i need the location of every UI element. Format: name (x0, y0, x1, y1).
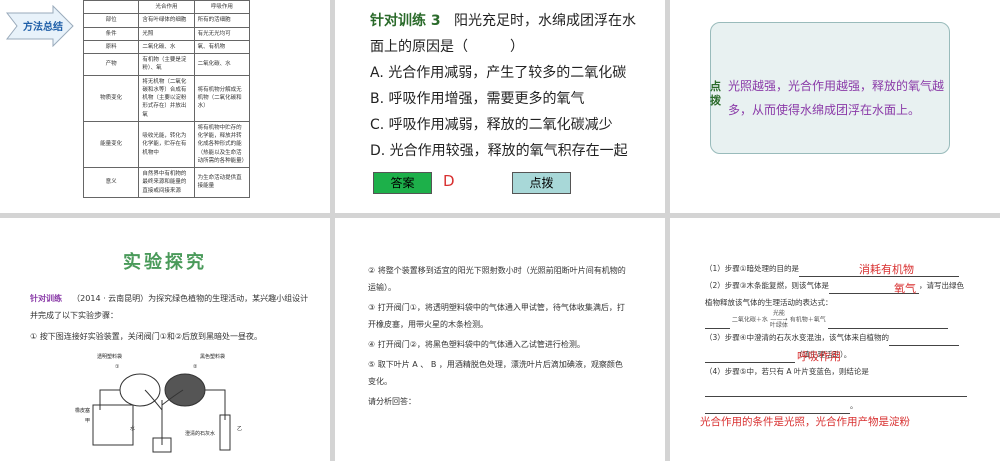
table-row: 条件 光照 有光无光均可 (82, 26, 251, 41)
column-header (82, 0, 140, 15)
answer-value: D (443, 172, 455, 190)
table-cell: 含有叶绿体的细胞 (138, 13, 195, 28)
svg-text:①: ① (115, 364, 120, 370)
slide-exercise-3[interactable]: 针对训练 3 阳光充足时，水绵成团浮在水面上的原因是（ ） A. 光合作用减弱，… (335, 0, 665, 213)
answer-1: 消耗有机物 (859, 263, 914, 276)
table-cell: 将有机物分解成无机物（二氧化碳和水） (193, 74, 251, 122)
step-1: ① 按下图连接好实验装置，关闭阀门①和②后放到黑暗处一昼夜。 (30, 332, 263, 341)
svg-text:澄清的石灰水: 澄清的石灰水 (185, 430, 215, 437)
hint-label: 点拨 (710, 80, 721, 107)
svg-text:橡皮塞: 橡皮塞 (75, 407, 90, 414)
step-3: ③ 打开阀门①，将透明塑料袋中的气体通入甲试管，待气体收集满后，打开橡皮塞，用带… (368, 303, 625, 329)
bag1-label: 透明塑料袋 (97, 353, 122, 360)
answer-3: 呼吸作用 (797, 350, 841, 363)
table-cell: 将无机物（二氧化碳和水等）合成有机物（主要以淀粉形式存在）并放出氧 (138, 74, 195, 122)
question: 针对训练 3 阳光充足时，水绵成团浮在水面上的原因是（ ） A. 光合作用减弱，… (370, 8, 640, 164)
svg-text:②: ② (193, 364, 198, 370)
option-d: D. 光合作用较强，释放的氧气积存在一起 (370, 143, 628, 159)
table-cell: 氧、有机物 (193, 39, 251, 55)
exercise-intro: （2014 · 云南昆明）为探究绿色植物的生理活动，某兴趣小组设计并完成了以下实… (30, 294, 309, 320)
table-cell: 产物 (82, 53, 140, 76)
slide-experiment[interactable]: 实验探究 针对训练 （2014 · 云南昆明）为探究绿色植物的生理活动，某兴趣小… (0, 218, 330, 461)
table-cell: 光照 (138, 26, 195, 41)
table-cell: 吸收光能，转化为化学能，贮存在有机物中 (138, 120, 195, 169)
table-cell: 条件 (82, 26, 140, 41)
question-4: （4）步骤⑤中，若只有 A 叶片变蓝色，则结论是 (705, 367, 869, 376)
slide-method-summary[interactable]: 方法总结 光合作用 呼吸作用 部位 含有叶绿体的细胞 所有的活细胞 条件 光照 有光无光均可原… (0, 0, 330, 213)
step-2: ② 将整个装置移到适宜的阳光下照射数小时（光照前阻断叶片间有机物的运输）。 (368, 266, 626, 292)
table-row: 意义 自然界中有机物的最终来源和能量的直接或间接来源 为生命活动提供直接能量 (82, 167, 251, 198)
slide-title: 实验探究 (123, 252, 207, 273)
table-row: 能量变化 吸收光能，转化为化学能，贮存在有机物中 将有机物中贮存的化学能，释放并转化… (82, 120, 251, 169)
table-row: 物质变化 将无机物（二氧化碳和水等）合成有机物（主要以淀粉形式存在）并放出氧 将有机… (82, 74, 251, 122)
badge-text: 方法总结 (23, 22, 63, 33)
option-c: C. 呼吸作用减弱，释放的二氧化碳减少 (370, 117, 613, 133)
answer-2: 氧气 (894, 282, 916, 295)
table-cell: 为生命活动提供直接能量 (193, 167, 251, 198)
step-5: ⑤ 取下叶片 A 、 B ，用酒精脱色处理，漂洗叶片后滴加碘液，观察颜色变化。 (368, 360, 623, 386)
table-cell: 有机物（主要是淀粉）、氧 (138, 53, 195, 76)
table-cell: 物质变化 (82, 74, 140, 122)
table-cell: 二氧化碳、水 (193, 53, 251, 76)
question-2: （2）步骤③木条能复燃，则该气体是 (705, 281, 829, 290)
table-row: 部位 含有叶绿体的细胞 所有的活细胞 (82, 13, 251, 28)
slide-hint[interactable]: 点拨 光照越强，光合作用越强，释放的氧气越多，从而使得水绵成团浮在水面上。 (670, 0, 1000, 213)
table-cell: 自然界中有机物的最终来源和能量的直接或间接来源 (138, 167, 195, 198)
prompt: 请分析回答： (368, 397, 416, 406)
method-summary-badge: 方法总结 (5, 4, 75, 48)
answer-button[interactable]: 答案 (373, 172, 432, 194)
question-1: （1）步骤①暗处理的目的是 (705, 264, 799, 273)
table-cell: 所有的活细胞 (193, 13, 251, 28)
table-row: 原料 二氧化碳、水 氧、有机物 (82, 39, 251, 55)
svg-text:乙: 乙 (237, 425, 242, 432)
table-cell: 意义 (82, 167, 140, 198)
step-4: ④ 打开阀门②，将黑色塑料袋中的气体通入乙试管进行检测。 (368, 340, 585, 349)
column-header: 光合作用 (138, 0, 195, 15)
bag2-label: 黑色塑料袋 (200, 353, 225, 360)
exercise-label: 针对训练 3 (370, 13, 441, 29)
table-cell: 将有机物中贮存的化学能，释放并转化成各种形式的能（热能以及生命活动所需的各种能量… (193, 120, 251, 169)
equation: 二氧化碳＋水 光能 ——→ 叶绿体 有机物＋氧气 (705, 311, 967, 329)
question-3: （3）步骤④中澄清的石灰水变混浊，该气体来自植物的 (705, 333, 889, 342)
column-header: 呼吸作用 (193, 0, 251, 15)
table-header-row: 光合作用 呼吸作用 (82, 0, 251, 15)
hint-button[interactable]: 点拨 (512, 172, 571, 194)
svg-text:甲: 甲 (85, 418, 90, 424)
table-row: 产物 有机物（主要是淀粉）、氧 二氧化碳、水 (82, 53, 251, 76)
option-b: B. 呼吸作用增强，需要更多的氧气 (370, 91, 585, 107)
comparison-table: 光合作用 呼吸作用 部位 含有叶绿体的细胞 所有的活细胞 条件 光照 有光无光均可 原料 二氧化碳… (82, 0, 251, 198)
slide-steps[interactable]: ② 将整个装置移到适宜的阳光下照射数小时（光照前阻断叶片间有机物的运输）。 ③ … (335, 218, 665, 461)
table-cell: 二氧化碳、水 (138, 39, 195, 55)
table-cell: 部位 (82, 13, 140, 28)
table-cell: 有光无光均可 (193, 26, 251, 41)
table-cell: 能量变化 (82, 120, 140, 169)
hint-text: 光照越强，光合作用越强，释放的氧气越多，从而使得水绵成团浮在水面上。 (728, 79, 945, 117)
table-cell: 原料 (82, 39, 140, 55)
option-a: A. 光合作用减弱，产生了较多的二氧化碳 (370, 65, 627, 81)
answer-4: 光合作用的条件是光照，光合作用产物是淀粉 (700, 416, 910, 428)
exercise-label: 针对训练 (30, 294, 62, 303)
apparatus-diagram: 透明塑料袋 黑色塑料袋 ① ② 橡皮塞 甲 水 澄清的石灰水 乙 (75, 353, 242, 453)
slide-answers[interactable]: （1）步骤①暗处理的目的是 消耗有机物 （2）步骤③木条能复燃，则该气体是 氧气 ，请… (670, 218, 1000, 461)
